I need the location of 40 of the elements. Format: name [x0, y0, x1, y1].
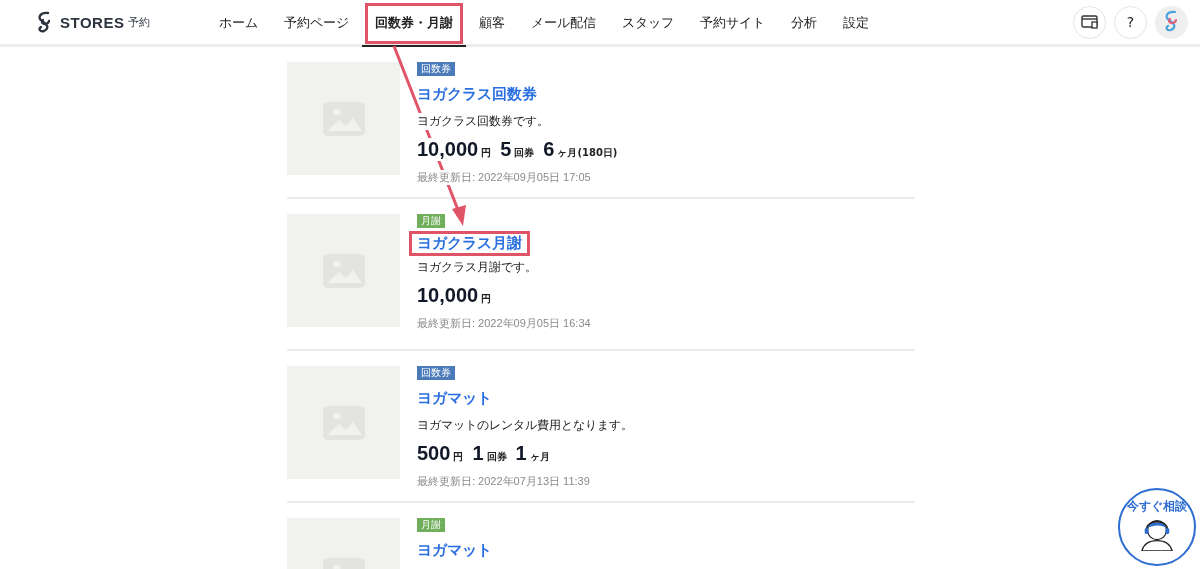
price-value: 10,000 — [417, 138, 479, 161]
price-unit: 円 — [481, 146, 492, 160]
price-unit: ヶ月 — [529, 450, 550, 464]
category-tag: 月謝 — [417, 214, 445, 228]
price-unit: 回券 — [486, 450, 507, 464]
nav-tab[interactable]: 予約サイト — [687, 0, 778, 47]
item-title-link[interactable]: ヨガクラス月謝 — [409, 231, 530, 256]
logo-text: STORES — [60, 13, 125, 31]
updated-date: 最終更新日: 2022年07月13日 11:39 — [417, 474, 590, 489]
price-unit: ヶ月(180日) — [557, 146, 618, 160]
price-unit: 円 — [453, 450, 464, 464]
store-icon[interactable] — [1073, 5, 1106, 39]
help-button[interactable]: ? — [1114, 5, 1147, 39]
nav-tab[interactable]: 設定 — [830, 0, 882, 47]
nav-tab[interactable]: 顧客 — [466, 0, 518, 47]
nav-tab[interactable]: 回数券・月謝 — [362, 0, 466, 47]
nav-tab[interactable]: メール配信 — [518, 0, 609, 47]
updated-date: 最終更新日: 2022年09月05日 16:34 — [417, 316, 591, 331]
logo-suffix: 予約 — [128, 14, 151, 30]
nav-tab[interactable]: スタッフ — [609, 0, 687, 47]
chat-support-button[interactable]: 今すぐ相談 — [1118, 488, 1196, 566]
category-tag: 月謝 — [417, 518, 445, 532]
price-value: 6 — [543, 138, 555, 161]
account-avatar[interactable] — [1155, 5, 1188, 39]
item-title-link[interactable]: ヨガマット — [417, 535, 492, 566]
item-title-link[interactable]: ヨガクラス回数券 — [417, 79, 537, 110]
price-value: 1 — [472, 442, 484, 465]
nav-tab[interactable]: ホーム — [206, 0, 271, 47]
price-value: 10,000 — [417, 284, 479, 307]
updated-date: 最終更新日: 2022年09月05日 17:05 — [417, 170, 591, 185]
price-value: 1 — [515, 442, 527, 465]
price-unit: 円 — [481, 292, 492, 306]
category-tag: 回数券 — [417, 366, 455, 380]
nav-tab[interactable]: 分析 — [778, 0, 830, 47]
price-value: 500 — [417, 442, 451, 465]
price-value: 5 — [500, 138, 512, 161]
category-tag: 回数券 — [417, 62, 455, 76]
nav-tab[interactable]: 予約ページ — [271, 0, 362, 47]
item-title-link[interactable]: ヨガマット — [417, 383, 492, 414]
price-unit: 回券 — [514, 146, 535, 160]
